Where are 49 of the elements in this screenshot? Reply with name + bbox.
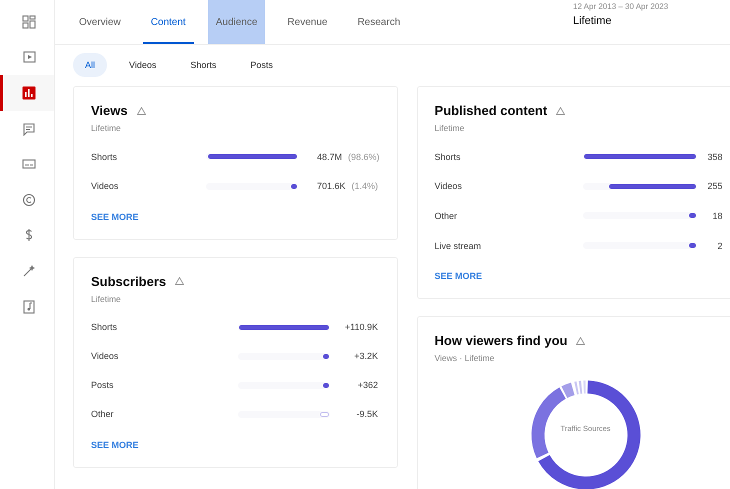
row-share: (1.4%) <box>352 181 378 192</box>
row-label: Videos <box>434 181 463 192</box>
card-title: Views <box>91 103 128 118</box>
card-subtitle: Views · Lifetime <box>434 353 496 364</box>
comments-icon <box>22 122 36 136</box>
subtitles-icon <box>22 157 36 172</box>
row-value: 701.6K <box>317 181 346 192</box>
row-value: 48.7M <box>317 152 342 162</box>
row-value: 255 <box>706 181 723 192</box>
card-subtitle: Lifetime <box>91 123 122 133</box>
see-more-link[interactable]: SEE MORE <box>434 271 482 282</box>
row-label: Other <box>434 210 458 221</box>
dashboard-icon <box>22 14 36 29</box>
copyright-icon <box>22 192 36 207</box>
row-share: (98.6%) <box>348 152 380 162</box>
row-label: Live stream <box>434 240 482 251</box>
row-value: 2 <box>716 240 723 251</box>
date-range: 12 Apr 2013 – 30 Apr 2023 <box>573 2 670 11</box>
row-label: Other <box>91 409 115 420</box>
tab[interactable]: Audience <box>208 0 266 44</box>
see-more-link[interactable]: SEE MORE <box>91 212 139 222</box>
row-value: +362 <box>356 380 378 390</box>
row-label: Shorts <box>434 152 462 162</box>
triangle-icon <box>576 336 586 345</box>
date-period[interactable]: Lifetime <box>573 15 730 27</box>
triangle-icon <box>136 106 146 114</box>
card-title: Published content <box>434 103 548 118</box>
row-label: Videos <box>91 181 120 192</box>
row-value: +3.2K <box>353 351 378 362</box>
card-title: Subscribers <box>91 274 166 289</box>
sidebar-item[interactable] <box>0 75 54 111</box>
tab[interactable]: Overview <box>71 0 129 44</box>
card-subtitle: Lifetime <box>434 123 466 133</box>
row-label: Shorts <box>91 152 118 162</box>
tab[interactable]: Research <box>349 0 408 44</box>
card-title: How viewers find you <box>434 333 568 348</box>
filter-chip[interactable]: All <box>73 53 108 77</box>
triangle-icon <box>556 106 566 114</box>
triangle-icon <box>175 277 184 286</box>
tab[interactable]: Revenue <box>279 0 336 44</box>
card-subtitle: Lifetime <box>91 294 122 304</box>
row-label: Shorts <box>91 322 118 332</box>
row-label: Videos <box>91 351 120 362</box>
row-value: 358 <box>706 152 723 162</box>
row-value: +110.9K <box>344 322 378 332</box>
row-label: Posts <box>91 380 115 390</box>
row-value: 18 <box>712 210 723 221</box>
row-value: -9.5K <box>355 409 378 420</box>
see-more-link[interactable]: SEE MORE <box>91 440 139 450</box>
